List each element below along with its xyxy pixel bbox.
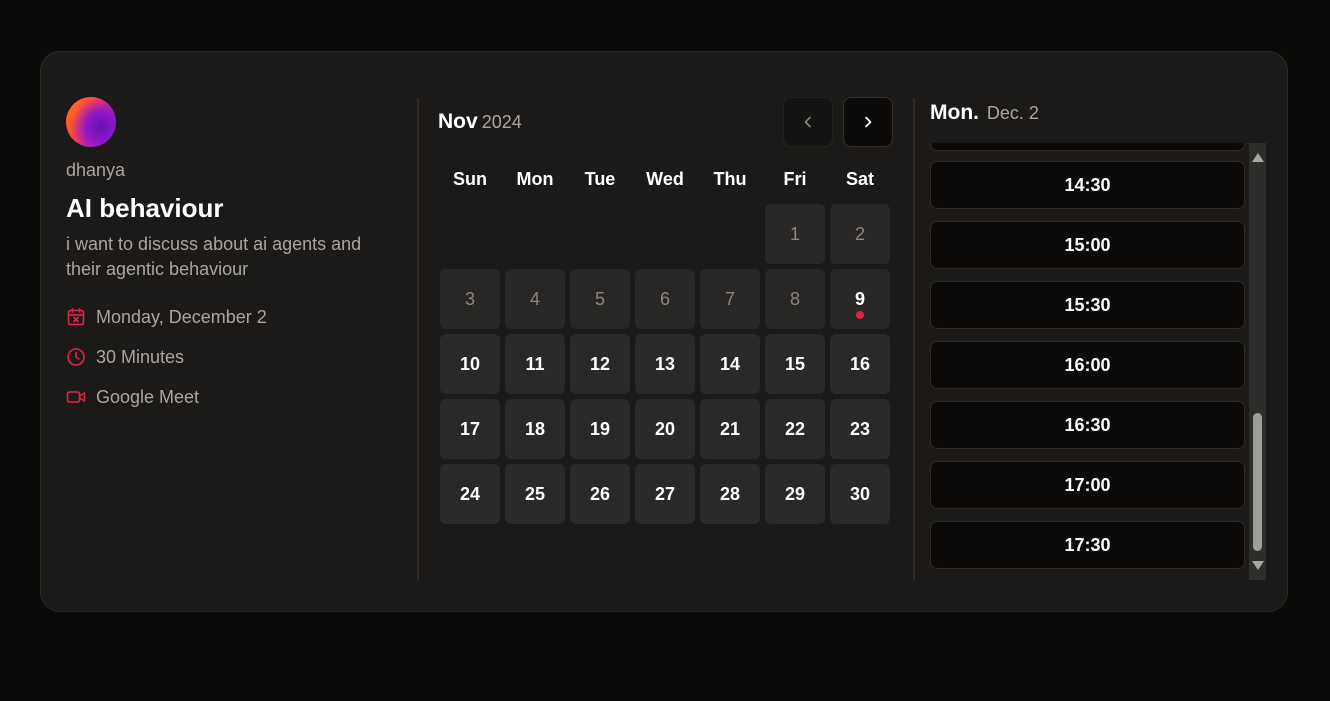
event-date: Monday, December 2 — [96, 306, 267, 327]
scroll-down-arrow-icon[interactable] — [1252, 561, 1264, 570]
day-cell-available[interactable]: 24 — [440, 464, 500, 524]
day-cell-available[interactable]: 18 — [505, 399, 565, 459]
calendar: Nov 2024 Sun Mon Tue Wed Thu Fri Sat 1234567891… — [438, 97, 898, 524]
scroll-up-arrow-icon[interactable] — [1252, 153, 1264, 162]
day-cell-available[interactable]: 27 — [635, 464, 695, 524]
event-title: AI behaviour — [66, 193, 224, 223]
today-label: 9 — [854, 288, 865, 309]
time-slot-button[interactable]: 15:30 — [930, 281, 1245, 329]
day-cell-available[interactable]: 30 — [830, 464, 890, 524]
time-slot-button[interactable]: 17:00 — [930, 461, 1245, 509]
time-slot-list[interactable]: 14:30 15:00 15:30 16:00 16:30 17:00 17:30 — [930, 143, 1246, 580]
weekday-label: Sun — [453, 169, 487, 189]
calendar-x-icon — [67, 307, 85, 326]
day-cell-disabled: 2 — [830, 204, 890, 264]
event-meta: Monday, December 2 30 Minutes Google Mee… — [66, 297, 406, 417]
day-cell-available[interactable]: 17 — [440, 399, 500, 459]
time-slot-button[interactable]: 14:30 — [930, 161, 1245, 209]
scrollbar-thumb[interactable] — [1253, 413, 1262, 551]
day-grid: 1 2 3 4 5 6 7 8 9 10 11 12 13 14 15 16 17 18 19 20 21 22 23 24 2… — [440, 204, 898, 524]
weekday-label: Thu — [713, 169, 747, 189]
event-location: Google Meet — [96, 386, 200, 407]
host-name: dhanya — [66, 160, 126, 180]
next-month-button[interactable] — [843, 97, 893, 147]
day-cell-available[interactable]: 29 — [765, 464, 825, 524]
year-label: 2024 — [481, 112, 522, 132]
day-cell-available[interactable]: 25 — [505, 464, 565, 524]
divider — [417, 98, 419, 580]
selected-date-heading: Mon. Dec. 2 — [930, 97, 1266, 133]
day-cell-available[interactable]: 28 — [700, 464, 760, 524]
day-cell-available[interactable]: 14 — [700, 334, 760, 394]
weekday-header: Sun Mon Tue Wed Thu Fri Sat — [440, 169, 898, 189]
day-cell-today: 9 — [830, 269, 890, 329]
day-cell-disabled: 8 — [765, 269, 825, 329]
weekday-label: Wed — [646, 169, 684, 189]
divider — [913, 98, 915, 580]
month-year-label: Nov 2024 — [438, 110, 522, 134]
avatar — [66, 97, 116, 147]
chevron-right-icon — [865, 116, 872, 128]
empty-day-cell — [440, 204, 500, 264]
chevron-left-icon — [804, 116, 811, 128]
day-cell-available[interactable]: 13 — [635, 334, 695, 394]
day-cell-available[interactable]: 10 — [440, 334, 500, 394]
time-slot-button[interactable]: 16:30 — [930, 401, 1245, 449]
empty-day-cell — [570, 204, 630, 264]
day-cell-available[interactable]: 26 — [570, 464, 630, 524]
day-cell-disabled: 4 — [505, 269, 565, 329]
day-cell-disabled: 3 — [440, 269, 500, 329]
video-icon — [66, 391, 86, 403]
day-cell-disabled: 5 — [570, 269, 630, 329]
weekday-label: Fri — [783, 169, 807, 189]
day-cell-available[interactable]: 22 — [765, 399, 825, 459]
event-description: i want to discuss about ai agents and th… — [66, 234, 362, 279]
day-cell-available[interactable]: 20 — [635, 399, 695, 459]
empty-day-cell — [700, 204, 760, 264]
day-cell-available[interactable]: 15 — [765, 334, 825, 394]
weekday-label: Tue — [584, 169, 616, 189]
event-location-row: Google Meet — [66, 377, 406, 417]
selected-day-label: Mon. — [930, 101, 979, 124]
day-cell-available[interactable]: 11 — [505, 334, 565, 394]
event-info-panel: dhanya AI behaviour i want to discuss ab… — [66, 97, 406, 417]
day-cell-available[interactable]: 23 — [830, 399, 890, 459]
empty-day-cell — [505, 204, 565, 264]
month-label: Nov — [438, 110, 478, 133]
today-indicator-dot — [856, 311, 864, 319]
calendar-header: Nov 2024 — [438, 97, 898, 147]
weekday-label: Mon — [516, 169, 554, 189]
event-duration-row: 30 Minutes — [66, 337, 406, 377]
time-slot-button[interactable]: 16:00 — [930, 341, 1245, 389]
day-cell-available[interactable]: 16 — [830, 334, 890, 394]
time-slot-button[interactable]: 15:00 — [930, 221, 1245, 269]
time-slot-partial[interactable] — [930, 143, 1245, 151]
previous-month-button[interactable] — [783, 97, 833, 147]
event-duration: 30 Minutes — [96, 346, 185, 367]
day-cell-disabled: 6 — [635, 269, 695, 329]
time-slot-scrollbar[interactable] — [1249, 143, 1266, 580]
time-slots-panel: Mon. Dec. 2 14:30 15:00 15:30 16:00 16:30 17:… — [930, 97, 1266, 581]
time-slot-button[interactable]: 17:30 — [930, 521, 1245, 569]
day-cell-available[interactable]: 21 — [700, 399, 760, 459]
weekday-label: Sat — [845, 169, 874, 189]
empty-day-cell — [635, 204, 695, 264]
day-cell-disabled: 7 — [700, 269, 760, 329]
day-cell-disabled: 1 — [765, 204, 825, 264]
day-cell-available[interactable]: 12 — [570, 334, 630, 394]
day-cell-available[interactable]: 19 — [570, 399, 630, 459]
booking-card: dhanya AI behaviour i want to discuss ab… — [40, 51, 1288, 612]
selected-date-label: Dec. 2 — [986, 103, 1039, 123]
event-date-row: Monday, December 2 — [66, 297, 406, 337]
clock-icon — [67, 348, 85, 366]
